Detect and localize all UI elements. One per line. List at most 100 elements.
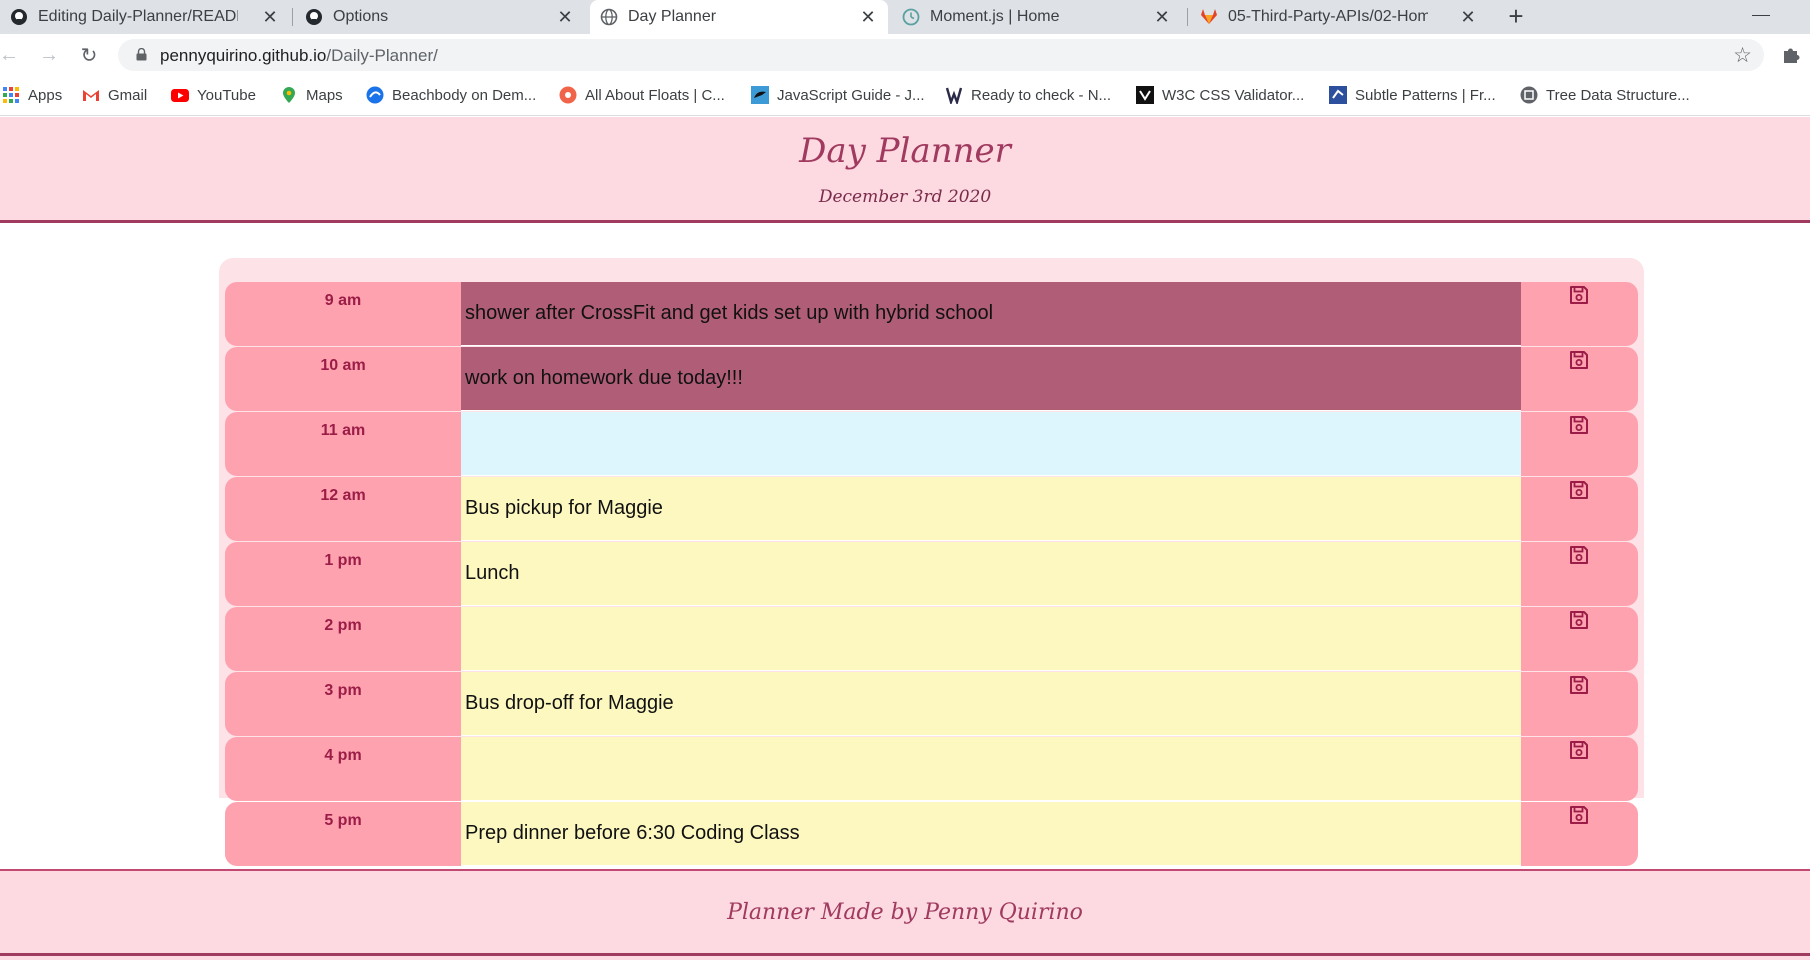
tab-title: Day Planner (628, 8, 717, 25)
tab-title: Options (333, 8, 389, 25)
lock-icon (136, 48, 147, 61)
bookmark-apps[interactable]: Apps (2, 86, 62, 104)
bookmark-ready-to-check[interactable]: Ready to check - N... (945, 86, 1111, 104)
address-bar[interactable]: pennyquirino.github.io/Daily-Planner/ ☆ (118, 39, 1764, 71)
javascript-guide-icon (751, 86, 769, 104)
bookmark-gmail[interactable]: Gmail (82, 86, 147, 104)
tab-day-planner[interactable]: Day Planner ✕ (590, 0, 888, 34)
time-block-row: 3 pm Bus drop-off for Maggie (225, 672, 1638, 737)
maps-icon (280, 86, 298, 104)
back-arrow-icon[interactable]: ← (0, 42, 22, 68)
bookmark-label: Subtle Patterns | Fr... (1355, 86, 1496, 104)
time-block-row: 5 pm Prep dinner before 6:30 Coding Class (225, 802, 1638, 867)
extensions-puzzle-icon[interactable] (1780, 43, 1802, 65)
floppy-disk-icon (1570, 546, 1588, 564)
time-block-row: 1 pm Lunch (225, 542, 1638, 607)
bookmark-javascript-guide[interactable]: JavaScript Guide - J... (751, 86, 925, 104)
save-button[interactable] (1521, 542, 1638, 606)
beachbody-icon (366, 86, 384, 104)
save-button[interactable] (1521, 607, 1638, 671)
tab-editing-readme[interactable]: Editing Daily-Planner/README.m ✕ (0, 0, 290, 34)
tab-close-icon[interactable]: ✕ (1152, 7, 1172, 27)
event-textarea[interactable]: work on homework due today!!! (461, 347, 1521, 411)
tab-separator (1187, 8, 1188, 26)
hour-label: 5 pm (225, 802, 461, 866)
css-tricks-icon (559, 86, 577, 104)
hour-label: 10 am (225, 347, 461, 411)
save-button[interactable] (1521, 282, 1638, 346)
hour-label: 3 pm (225, 672, 461, 736)
bookmark-label: Apps (28, 86, 63, 104)
event-textarea[interactable]: shower after CrossFit and get kids set u… (461, 282, 1521, 346)
bookmark-label: YouTube (197, 86, 256, 104)
current-date: December 3rd 2020 (818, 187, 992, 207)
footer-border (0, 953, 1810, 956)
gitlab-icon (1200, 8, 1218, 26)
reload-icon[interactable]: ↻ (76, 42, 102, 68)
save-button[interactable] (1521, 477, 1638, 541)
floppy-disk-icon (1570, 481, 1588, 499)
floppy-disk-icon (1570, 351, 1588, 369)
time-block-row: 10 am work on homework due today!!! (225, 347, 1638, 412)
event-textarea[interactable] (461, 412, 1521, 476)
bookmark-label: Maps (306, 86, 343, 104)
event-textarea[interactable]: Bus drop-off for Maggie (461, 672, 1521, 736)
bookmark-w3c-css-validator[interactable]: W3C CSS Validator... (1136, 86, 1304, 104)
subtle-patterns-icon (1329, 86, 1347, 104)
page-header: Day Planner December 3rd 2020 (0, 117, 1810, 223)
bookmark-maps[interactable]: Maps (280, 86, 343, 104)
gmail-icon (82, 86, 100, 104)
save-button[interactable] (1521, 347, 1638, 411)
bookmark-star-icon[interactable]: ☆ (1733, 43, 1752, 68)
hour-label: 11 am (225, 412, 461, 476)
tab-options[interactable]: Options ✕ (295, 0, 585, 34)
tab-title: Editing Daily-Planner/README.m (38, 8, 238, 25)
event-textarea[interactable]: Bus pickup for Maggie (461, 477, 1521, 541)
save-button[interactable] (1521, 802, 1638, 866)
event-textarea[interactable]: Prep dinner before 6:30 Coding Class (461, 802, 1521, 866)
bookmark-subtle-patterns[interactable]: Subtle Patterns | Fr... (1329, 86, 1496, 104)
planner-container: 9 am shower after CrossFit and get kids s… (219, 258, 1644, 866)
bookmark-label: JavaScript Guide - J... (777, 86, 925, 104)
time-block-row: 12 am Bus pickup for Maggie (225, 477, 1638, 542)
tab-third-party-apis[interactable]: 05-Third-Party-APIs/02-Homewo ✕ (1190, 0, 1488, 34)
save-button[interactable] (1521, 412, 1638, 476)
tree-data-icon (1520, 86, 1538, 104)
tab-momentjs[interactable]: Moment.js | Home ✕ (892, 0, 1182, 34)
new-tab-button[interactable]: + (1502, 3, 1530, 31)
bookmark-all-about-floats[interactable]: All About Floats | C... (559, 86, 725, 104)
bookmark-beachbody[interactable]: Beachbody on Dem... (366, 86, 536, 104)
url-path: /Daily-Planner/ (326, 46, 438, 65)
bookmark-label: W3C CSS Validator... (1162, 86, 1305, 104)
page-viewport: Day Planner December 3rd 2020 9 am shower… (0, 117, 1810, 960)
floppy-disk-icon (1570, 416, 1588, 434)
save-button[interactable] (1521, 737, 1638, 801)
github-icon (10, 8, 28, 26)
url-host: pennyquirino.github.io (160, 46, 327, 65)
youtube-icon (171, 86, 189, 104)
netlify-icon (945, 86, 963, 104)
tab-close-icon[interactable]: ✕ (858, 7, 878, 27)
browser-toolbar: ← → ↻ pennyquirino.github.io/Daily-Plann… (0, 34, 1810, 76)
bookmark-label: All About Floats | C... (585, 86, 725, 104)
tab-title: Moment.js | Home (930, 8, 1060, 25)
hour-label: 12 am (225, 477, 461, 541)
tab-close-icon[interactable]: ✕ (260, 7, 280, 27)
tab-strip: Editing Daily-Planner/README.m ✕ Options… (0, 0, 1810, 34)
bookmarks-bar: Apps Gmail YouTube Maps Beachbody on Dem… (0, 76, 1810, 116)
globe-icon (600, 8, 618, 26)
tab-close-icon[interactable]: ✕ (1458, 7, 1478, 27)
tab-close-icon[interactable]: ✕ (555, 7, 575, 27)
event-textarea[interactable] (461, 737, 1521, 801)
event-textarea[interactable]: Lunch (461, 542, 1521, 606)
floppy-disk-icon (1570, 286, 1588, 304)
event-textarea[interactable] (461, 607, 1521, 671)
bookmark-youtube[interactable]: YouTube (171, 86, 256, 104)
footer-credit: Planner Made by Penny Quirino (727, 900, 1083, 925)
forward-arrow-icon[interactable]: → (36, 42, 62, 68)
window-minimize-button[interactable] (1752, 2, 1770, 16)
url-text: pennyquirino.github.io/Daily-Planner/ (160, 46, 438, 66)
save-button[interactable] (1521, 672, 1638, 736)
bookmark-tree-data-structure[interactable]: Tree Data Structure... (1520, 86, 1690, 104)
hour-label: 1 pm (225, 542, 461, 606)
